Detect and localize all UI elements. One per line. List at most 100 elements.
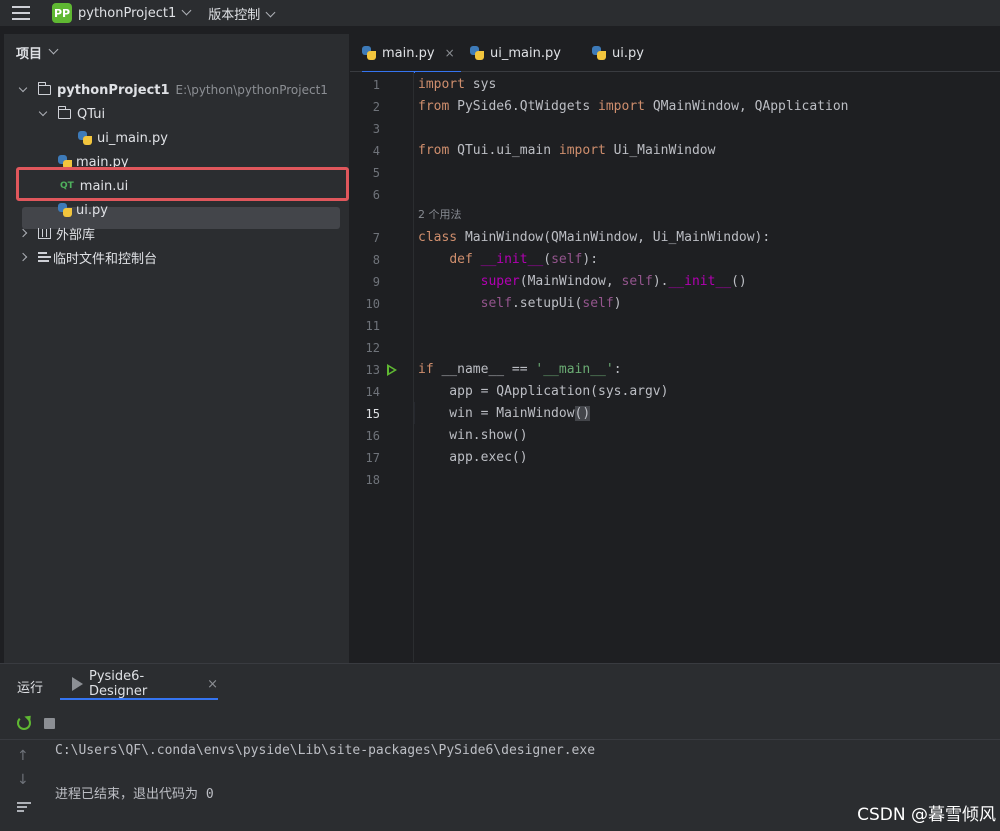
python-file-icon: [58, 203, 72, 217]
tab-label: ui.py: [612, 45, 644, 61]
code-line-current: win = MainWindow(): [418, 406, 591, 421]
run-toolbar: [0, 706, 1000, 740]
arrow-down-icon[interactable]: ↓: [17, 772, 29, 788]
watermark: CSDN @暮雪倾风: [857, 805, 996, 825]
tree-item-label: pythonProject1: [57, 82, 170, 98]
tree-item-scratches[interactable]: 临时文件和控制台: [18, 246, 158, 268]
code-line: def __init__(self):: [449, 252, 599, 267]
line-number: 16: [365, 429, 380, 443]
folder-icon: [57, 106, 71, 119]
run-icon[interactable]: [387, 364, 397, 376]
chevron-down-icon: [265, 7, 276, 17]
project-path: E:\python\pythonProject1: [175, 83, 328, 97]
close-icon[interactable]: ×: [207, 677, 218, 692]
usage-hint[interactable]: 2 个用法: [418, 206, 462, 222]
line-number-current: 15: [365, 407, 380, 421]
python-file-icon: [592, 46, 606, 60]
play-icon: [72, 677, 83, 691]
console-side-toolbar: ↑ ↓: [0, 740, 46, 831]
line-number: 6: [372, 188, 380, 202]
tree-item-label: ui.py: [76, 202, 108, 218]
tab-ui-main-py[interactable]: ui_main.py: [470, 34, 561, 72]
line-number: 18: [365, 473, 380, 487]
close-icon[interactable]: ×: [445, 46, 455, 60]
tree-item-ui-main-py[interactable]: ui_main.py: [78, 127, 168, 149]
chevron-down-icon: [181, 5, 192, 15]
code-line: from QTui.ui_main import Ui_MainWindow: [418, 143, 716, 158]
code-line: from PySide6.QtWidgets import QMainWindo…: [418, 99, 849, 114]
console-line: C:\Users\QF\.conda\envs\pyside\Lib\site-…: [55, 743, 596, 758]
tree-item-label: 临时文件和控制台: [53, 251, 158, 267]
line-number: 12: [365, 341, 380, 355]
line-number: 10: [365, 297, 380, 311]
chevron-down-icon: [48, 44, 59, 54]
rerun-icon[interactable]: [17, 716, 31, 730]
run-tool-window: 运行 Pyside6-Designer × ↑ ↓ C:\Users\QF\.c…: [0, 663, 1000, 831]
soft-wrap-icon[interactable]: [17, 802, 31, 812]
code-line: app = QApplication(sys.argv): [418, 384, 669, 399]
code-editor[interactable]: import sys from PySide6.QtWidgets import…: [415, 72, 1000, 662]
library-icon: [38, 227, 51, 239]
tab-ui-py[interactable]: ui.py: [592, 34, 644, 72]
tab-label: main.py: [382, 45, 435, 61]
run-header: 运行 Pyside6-Designer ×: [0, 664, 1000, 706]
tree-item-pythonproject1[interactable]: pythonProject1 E:\python\pythonProject1: [18, 79, 328, 101]
line-number: 5: [372, 166, 380, 180]
chevron-right-icon[interactable]: [18, 228, 28, 238]
line-number: 14: [365, 385, 380, 399]
folder-icon: [37, 82, 51, 95]
chevron-down-icon[interactable]: [38, 107, 48, 117]
console-output[interactable]: C:\Users\QF\.conda\envs\pyside\Lib\site-…: [55, 740, 995, 831]
line-number: 11: [365, 319, 380, 333]
line-number: 13: [365, 363, 380, 377]
tree-item-qtui[interactable]: QTui: [38, 103, 106, 125]
line-number: 8: [372, 253, 380, 267]
line-number: 3: [372, 122, 380, 136]
project-panel-header[interactable]: 项目: [4, 34, 349, 70]
tab-label: ui_main.py: [490, 45, 561, 61]
tree-item-label: QTui: [77, 106, 106, 122]
line-number: 4: [372, 144, 380, 158]
tab-main-py[interactable]: main.py ×: [362, 34, 461, 73]
project-badge: PP: [52, 3, 72, 23]
python-file-icon: [78, 131, 92, 145]
stop-icon[interactable]: [44, 718, 55, 729]
main-menu-icon[interactable]: [12, 3, 36, 23]
chevron-right-icon[interactable]: [18, 252, 28, 262]
line-number: 1: [372, 78, 380, 92]
code-line: self.setupUi(self): [480, 296, 622, 311]
editor-tab-bar: main.py × ui_main.py ui.py: [350, 34, 1000, 73]
annotation-highlight-box: [16, 167, 349, 201]
console-line: 进程已结束，退出代码为 0: [55, 787, 214, 802]
vcs-label: 版本控制: [208, 7, 261, 23]
line-number: 9: [372, 275, 380, 289]
python-file-icon: [362, 46, 376, 60]
tab-pyside6-designer[interactable]: Pyside6-Designer ×: [60, 669, 218, 700]
line-number: 2: [372, 100, 380, 114]
code-line: class MainWindow(QMainWindow, Ui_MainWin…: [418, 230, 771, 245]
python-file-icon: [470, 46, 484, 60]
vcs-menu[interactable]: 版本控制: [208, 4, 276, 23]
code-line: if __name__ == '__main__':: [418, 362, 622, 377]
project-panel-title: 项目: [16, 46, 43, 62]
code-line: win.show(): [418, 428, 528, 443]
run-panel-title: 运行: [17, 681, 44, 696]
code-line: import sys: [418, 77, 497, 92]
line-number: 7: [372, 231, 380, 245]
tree-item-external-libs[interactable]: 外部库: [18, 222, 96, 244]
code-line: app.exec(): [418, 450, 528, 465]
code-line: super(MainWindow, self).__init__(): [480, 274, 747, 289]
project-switcher[interactable]: pythonProject1: [78, 5, 192, 21]
chevron-down-icon[interactable]: [18, 83, 28, 93]
arrow-up-icon[interactable]: ↑: [17, 748, 29, 764]
tree-item-label: ui_main.py: [97, 130, 168, 146]
run-tab-label: Pyside6-Designer: [89, 669, 148, 699]
tree-item-ui-py[interactable]: ui.py: [58, 199, 108, 221]
tree-item-label: 外部库: [56, 227, 96, 243]
project-name: pythonProject1: [78, 5, 177, 21]
scratches-icon: [38, 251, 51, 263]
line-number: 17: [365, 451, 380, 465]
project-panel: 项目 pythonProject1 E:\python\pythonProjec…: [4, 34, 349, 663]
editor-gutter[interactable]: 1 2 3 4 5 6 7 8 9 10 11 12 13 14 15 16 1…: [350, 72, 414, 662]
title-bar: PP pythonProject1 版本控制: [0, 0, 1000, 26]
